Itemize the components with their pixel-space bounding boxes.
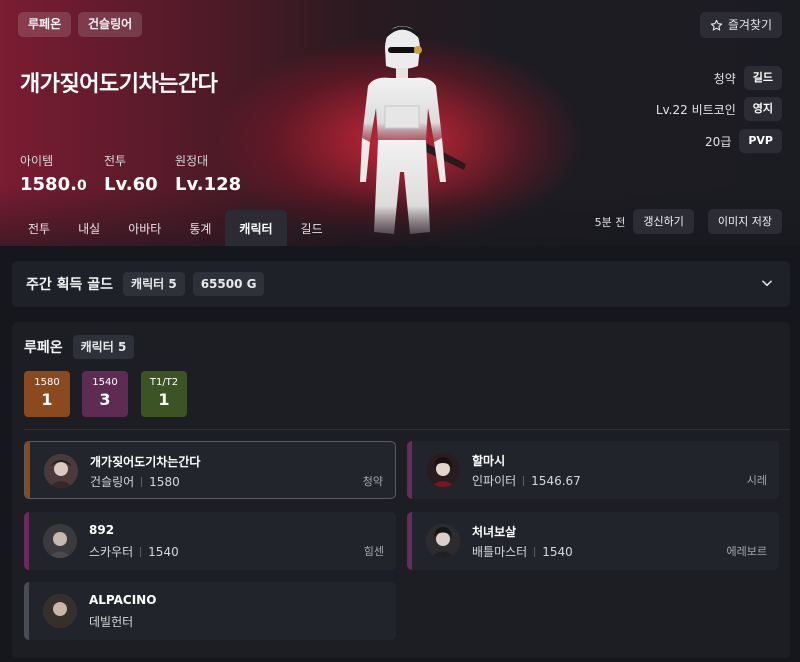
pvp-rank: 20급 (705, 134, 732, 149)
estate-pill: 영지 (743, 97, 782, 121)
character-info: 데빌헌터 (89, 613, 133, 630)
tier-label: T1/T2 (149, 377, 179, 388)
guild-row: 청약 길드 (714, 66, 782, 90)
character-name: 개가짖어도기차는간다 (90, 455, 201, 469)
save-image-button[interactable]: 이미지 저장 (707, 209, 782, 234)
character-class: 데빌헌터 (89, 615, 134, 629)
character-name: 개가짖어도기차는간다 (20, 72, 218, 97)
character-guild: 시레 (746, 474, 767, 487)
character-avatar (426, 524, 460, 558)
character-level: 1540 (542, 544, 573, 559)
character-card[interactable]: ALPACINO 데빌헌터 (24, 582, 396, 640)
tier-accent (407, 512, 412, 570)
character-guild: 청약 (362, 475, 383, 488)
character-info: 스카우터 1540 (89, 543, 179, 560)
server-character-count: 캐릭터 5 (72, 335, 135, 359)
gold-amount-chip: 65500 G (192, 272, 265, 296)
tier-accent (407, 441, 412, 499)
favorite-button[interactable]: 즐겨찾기 (699, 12, 782, 38)
tab-statistics[interactable]: 통계 (175, 210, 225, 246)
tier-count-t1t2: T1/T2 1 (141, 371, 187, 417)
tier-count: 1 (158, 390, 170, 409)
character-avatar-image (360, 26, 466, 234)
tier-count-1580: 1580 1 (24, 371, 70, 417)
tab-characters[interactable]: 캐릭터 (225, 210, 287, 246)
server-panel: 루페온 캐릭터 5 1580 1 1540 3 T1/T2 1 개가짖어도기차는… (12, 322, 790, 658)
character-avatar (44, 454, 78, 488)
stat-label: 아이템 (20, 154, 54, 168)
server-tag[interactable]: 루페온 (18, 12, 72, 37)
tab-combat[interactable]: 전투 (14, 210, 64, 246)
character-level: 1540 (148, 544, 179, 559)
separator (534, 546, 536, 557)
estate-row: Lv.22 비트코인 영지 (656, 97, 782, 121)
tier-accent (24, 512, 29, 570)
section-divider (24, 429, 790, 430)
server-name: 루페온 (24, 340, 63, 356)
server-header: 루페온 캐릭터 5 (24, 335, 142, 359)
tier-count-1540: 1540 3 (82, 371, 128, 417)
profile-actions: 5분 전 갱신하기 이미지 저장 (595, 209, 782, 234)
stat-label: 전투 (104, 154, 127, 168)
weekly-gold-bar[interactable]: 주간 획득 골드 캐릭터 5 65500 G (12, 261, 790, 307)
refresh-button[interactable]: 갱신하기 (633, 209, 694, 234)
favorite-label: 즐겨찾기 (727, 18, 772, 32)
profile-tabs: 전투 내실 아바타 통계 캐릭터 길드 (14, 210, 337, 246)
tier-accent (24, 582, 29, 640)
character-card[interactable]: 할마시 인파이터 1546.67 시레 (407, 441, 779, 499)
tier-label: 1540 (92, 377, 118, 388)
separator (141, 476, 143, 487)
star-outline-icon (710, 19, 723, 31)
tab-guild[interactable]: 길드 (287, 210, 337, 246)
stat-combat-level: 전투 Lv.60 (104, 152, 158, 195)
tab-estate[interactable]: 내실 (64, 210, 114, 246)
pvp-pill: PVP (739, 129, 782, 153)
profile-header: 루페온 건슬링어 개가짖어도기차는간다 아이템 1580.0 전투 Lv.60 … (0, 0, 800, 246)
character-name: 처녀보살 (472, 525, 517, 539)
chevron-down-icon[interactable] (760, 276, 774, 290)
tier-label: 1580 (34, 377, 60, 388)
stat-expedition-level: 원정대 Lv.128 (175, 152, 241, 195)
class-tag[interactable]: 건슬링어 (78, 12, 143, 37)
character-card[interactable]: 처녀보살 배틀마스터 1540 에레보르 (407, 512, 779, 570)
updated-time: 5분 전 (594, 215, 626, 229)
weekly-gold-title: 주간 획득 골드 (26, 277, 114, 293)
character-avatar (43, 594, 77, 628)
stat-label: 원정대 (175, 154, 209, 168)
pvp-row: 20급 PVP (705, 129, 782, 153)
character-level: 1580 (149, 474, 180, 489)
character-card[interactable]: 892 스카우터 1540 힘센 (24, 512, 396, 570)
stat-item-level: 아이템 1580.0 (20, 152, 87, 195)
character-class: 스카우터 (89, 545, 134, 559)
character-name: 892 (89, 523, 115, 537)
item-level-decimal: 0 (76, 178, 87, 194)
character-class: 건슬링어 (90, 475, 135, 489)
tier-accent (25, 442, 30, 498)
guild-name: 청약 (713, 71, 736, 86)
character-info: 건슬링어 1580 (90, 473, 180, 490)
character-class: 인파이터 (472, 474, 517, 488)
stat-value: Lv.128 (175, 174, 242, 195)
guild-pill: 길드 (743, 66, 782, 90)
character-guild: 에레보르 (726, 545, 767, 558)
estate-name: Lv.22 비트코인 (655, 102, 736, 117)
character-avatar (426, 453, 460, 487)
character-class: 배틀마스터 (472, 545, 528, 559)
separator (523, 475, 525, 486)
character-name: 할마시 (472, 454, 506, 468)
tier-count: 1 (41, 390, 53, 409)
character-avatar (43, 524, 77, 558)
tab-avatar[interactable]: 아바타 (114, 210, 175, 246)
character-name: ALPACINO (89, 593, 157, 607)
character-info: 배틀마스터 1540 (472, 543, 573, 560)
separator (140, 546, 142, 557)
stat-value: 1580.0 (20, 174, 87, 195)
character-guild: 힘센 (363, 545, 384, 558)
tier-count: 3 (99, 390, 111, 409)
stat-value: Lv.60 (104, 174, 158, 195)
character-card[interactable]: 개가짖어도기차는간다 건슬링어 1580 청약 (24, 441, 396, 499)
character-level: 1546.67 (531, 473, 581, 488)
character-count-chip: 캐릭터 5 (123, 272, 185, 296)
character-info: 인파이터 1546.67 (472, 472, 581, 489)
